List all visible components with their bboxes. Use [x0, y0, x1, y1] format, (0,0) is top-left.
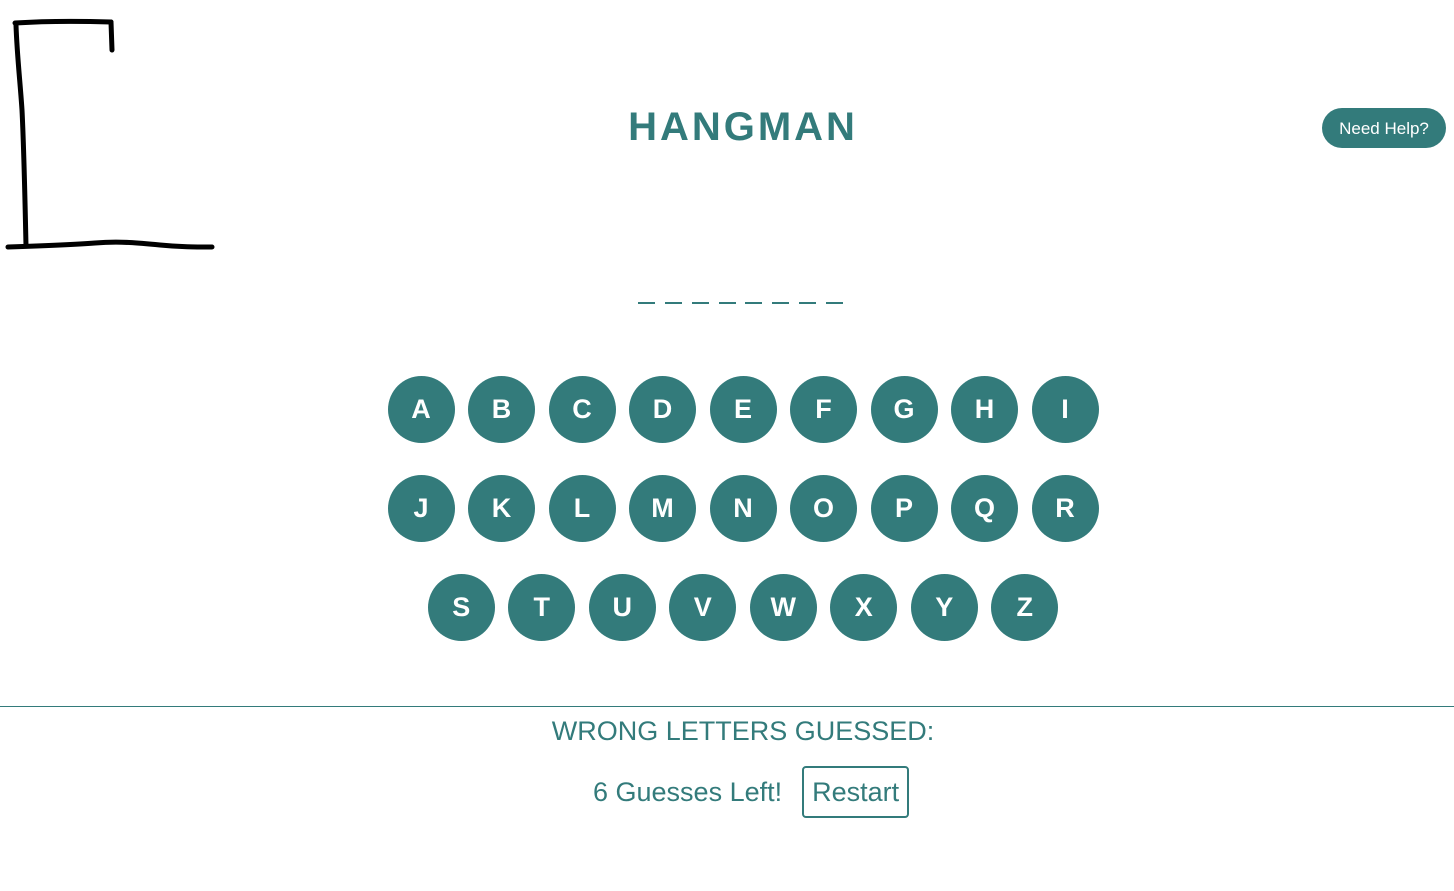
letter-blank [825, 302, 843, 304]
word-blanks [638, 296, 843, 306]
letter-key-s[interactable]: S [427, 574, 495, 641]
letter-key-a[interactable]: A [387, 376, 455, 443]
key-row: JKLMNOPQR [0, 475, 1454, 542]
letter-key-v[interactable]: V [669, 574, 737, 641]
letter-blank [772, 302, 790, 304]
letter-key-y[interactable]: Y [910, 574, 978, 641]
letter-blank [745, 302, 763, 304]
letter-key-z[interactable]: Z [991, 574, 1059, 641]
letter-blank [718, 302, 736, 304]
gallows-rope [108, 19, 115, 53]
divider [0, 706, 1454, 707]
guesses-left: 6 Guesses Left! [593, 777, 783, 807]
letter-blank [664, 302, 682, 304]
key-row: ABCDEFGHI [0, 376, 1454, 443]
letter-key-m[interactable]: M [629, 475, 696, 542]
need-help-button[interactable]: Need Help? [1322, 108, 1446, 148]
letter-key-t[interactable]: T [508, 574, 576, 641]
letter-key-b[interactable]: B [468, 376, 535, 443]
letter-key-w[interactable]: W [749, 574, 817, 641]
letter-key-q[interactable]: Q [951, 475, 1018, 542]
letter-key-j[interactable]: J [387, 475, 455, 542]
letter-key-g[interactable]: G [870, 376, 938, 443]
gallows-beam [12, 18, 114, 26]
hangman-page: HANGMAN Need Help? ABCDEFGHI JKLMNOPQR STU… [0, 0, 1454, 891]
gallows-base [5, 239, 215, 250]
restart-button[interactable]: Restart [802, 766, 910, 818]
letter-key-c[interactable]: C [548, 376, 616, 443]
letter-blank [799, 302, 817, 304]
letter-blank [638, 302, 655, 304]
letter-key-l[interactable]: L [548, 475, 616, 542]
letter-keyboard: ABCDEFGHI JKLMNOPQR STUVWXYZ [0, 376, 1454, 673]
letter-key-i[interactable]: I [1031, 376, 1099, 443]
footer-row: 6 Guesses Left! Restart [593, 766, 910, 818]
wrong-letters-label: WRONG LETTERS GUESSED: [551, 716, 935, 746]
letter-key-n[interactable]: N [709, 475, 777, 542]
letter-key-e[interactable]: E [709, 376, 777, 443]
letter-key-h[interactable]: H [951, 376, 1018, 443]
key-row: STUVWXYZ [0, 574, 1454, 641]
letter-key-k[interactable]: K [468, 475, 535, 542]
letter-key-u[interactable]: U [588, 574, 656, 641]
letter-key-p[interactable]: P [870, 475, 938, 542]
letter-key-f[interactable]: F [790, 376, 857, 443]
letter-key-x[interactable]: X [830, 574, 898, 641]
letter-key-o[interactable]: O [790, 475, 857, 542]
page-title: HANGMAN [628, 105, 858, 149]
wrong-letters-section: WRONG LETTERS GUESSED: [0, 714, 1454, 748]
letter-key-d[interactable]: D [629, 376, 696, 443]
letter-key-r[interactable]: R [1031, 475, 1099, 542]
letter-blank [691, 302, 709, 304]
